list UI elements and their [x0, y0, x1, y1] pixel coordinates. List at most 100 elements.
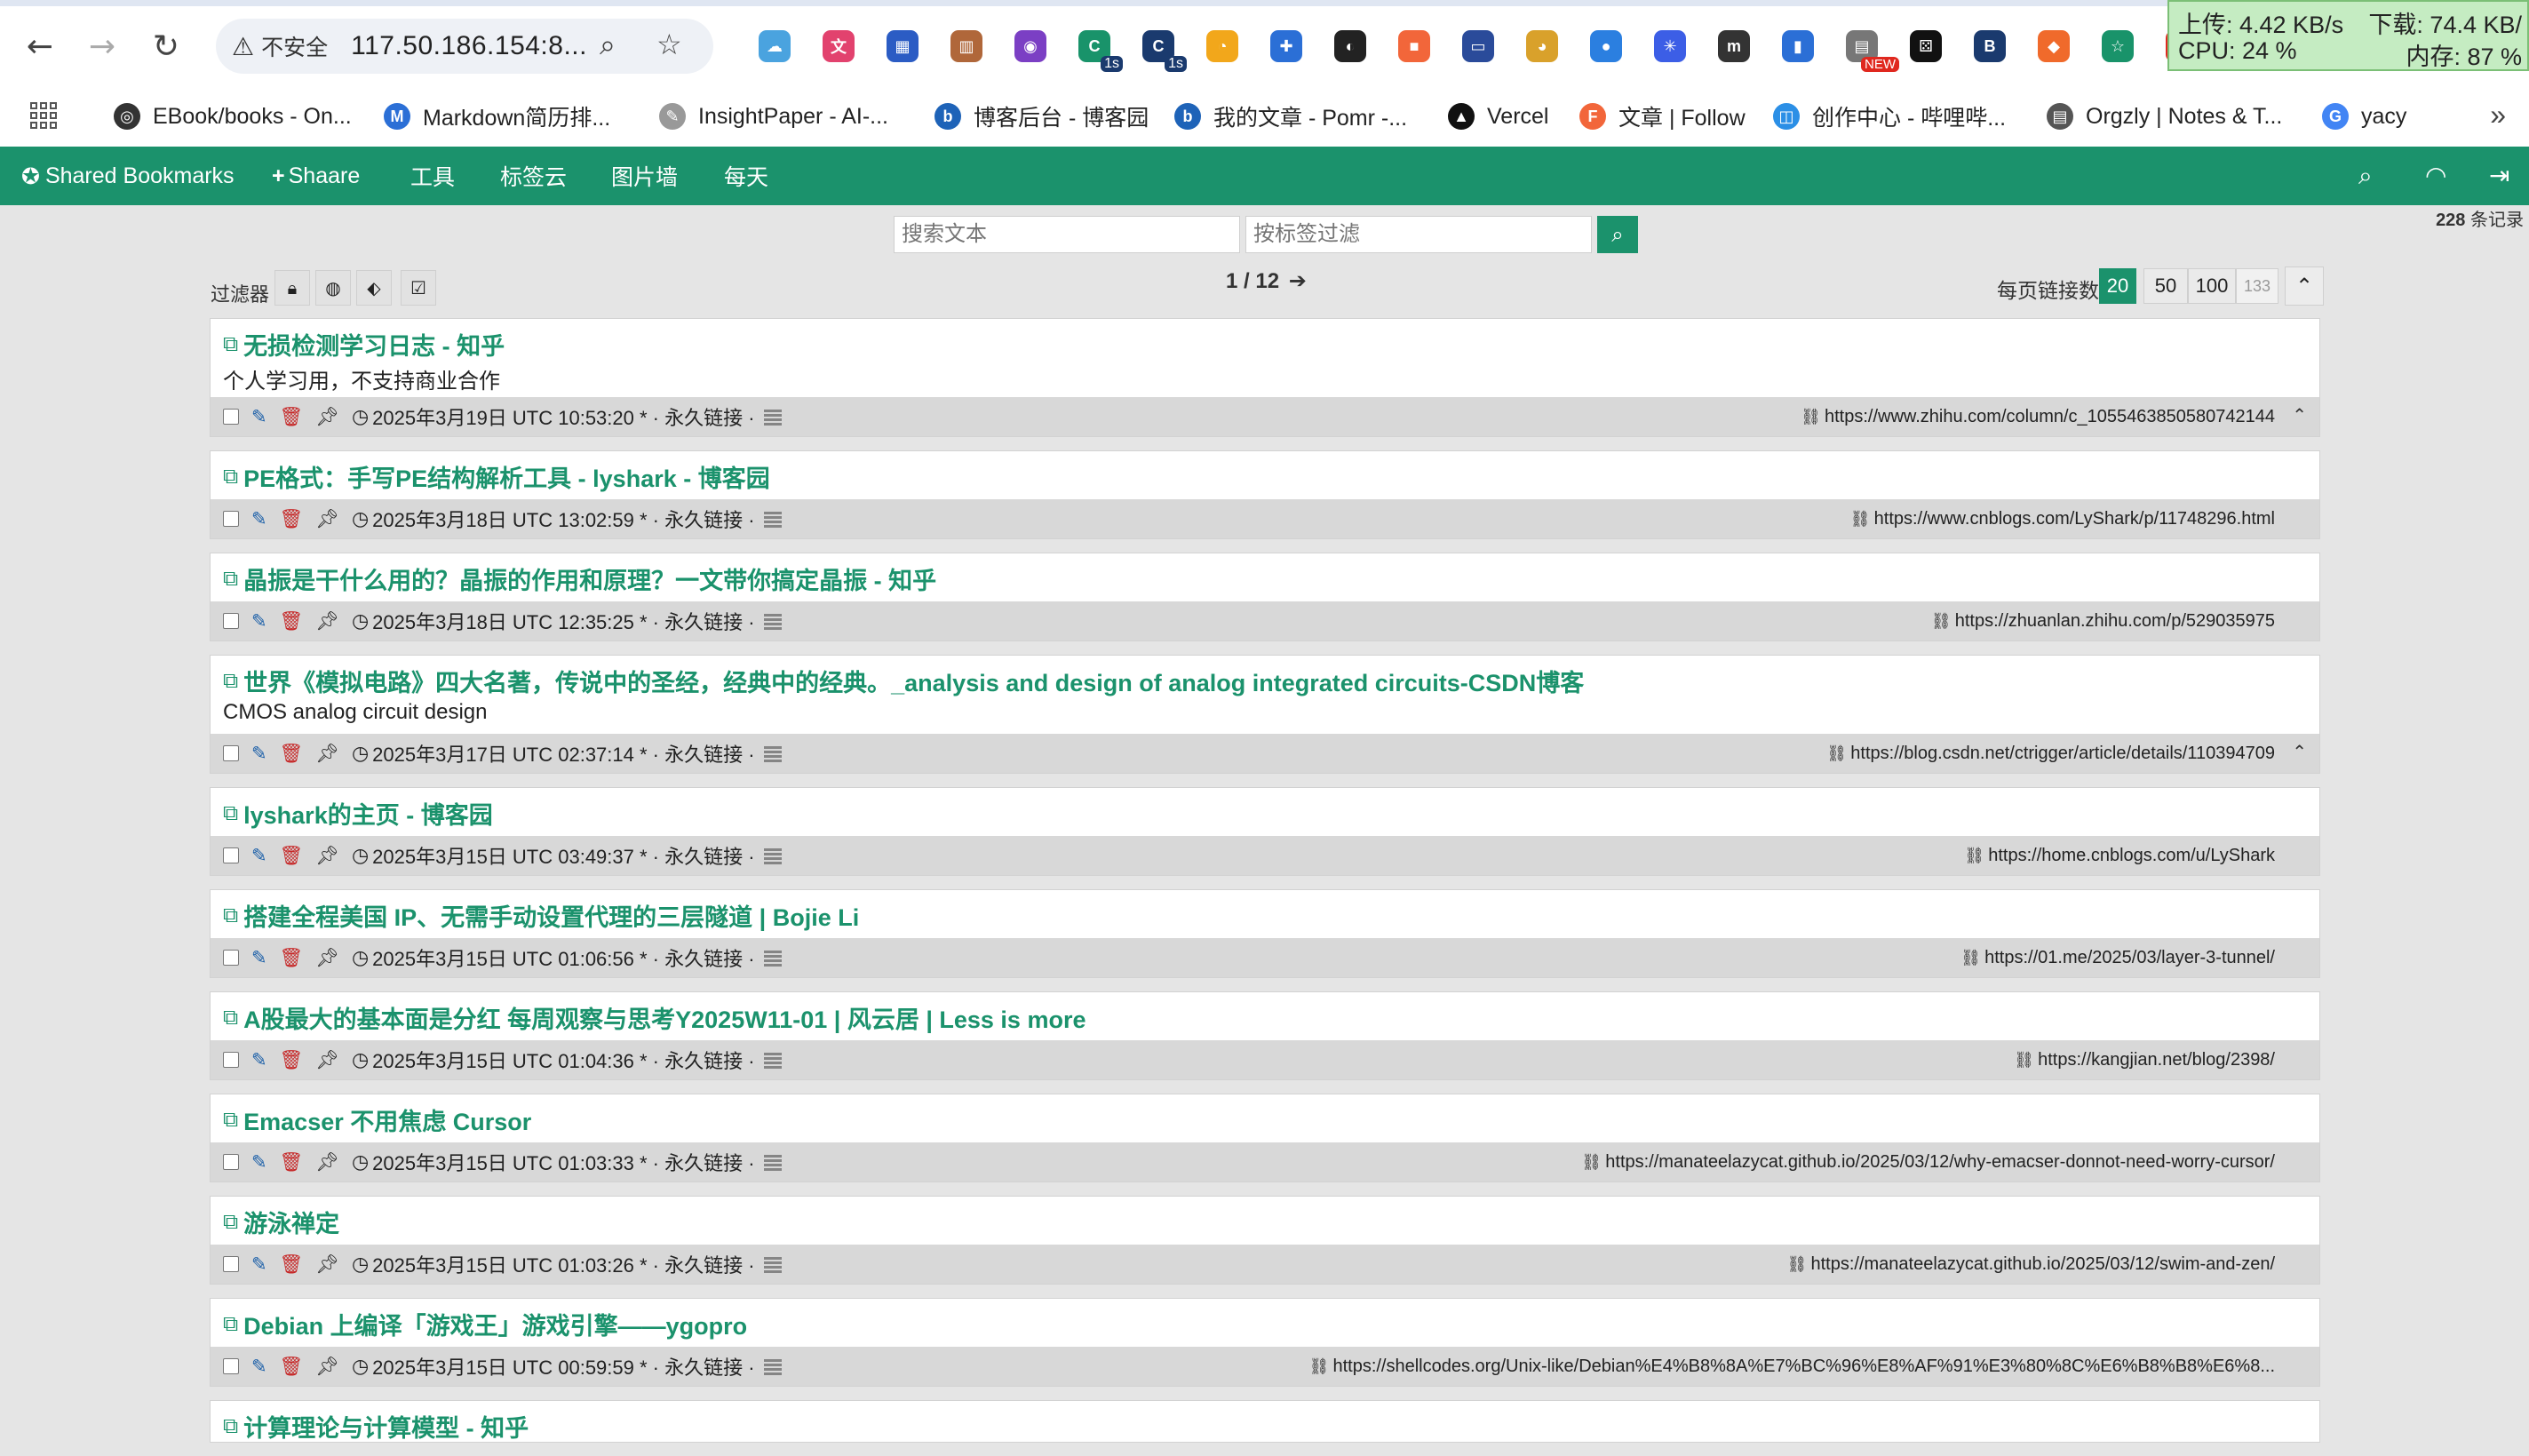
- books-ext-icon[interactable]: ▥: [934, 24, 998, 68]
- link-url-text[interactable]: https://manateelazycat.github.io/2025/03…: [1810, 1254, 2275, 1275]
- link-date-text[interactable]: 2025年3月15日 UTC 01:03:26 * · 永久链接 ·: [372, 1250, 754, 1278]
- per-page-20[interactable]: 20: [2099, 268, 2136, 304]
- delete-icon[interactable]: 🗑︎: [280, 508, 304, 530]
- per-page-50[interactable]: 50: [2143, 268, 2188, 304]
- delete-icon[interactable]: 🗑︎: [280, 1253, 304, 1276]
- link-title[interactable]: ⧉ A股最大的基本面是分红 每周观察与思考Y2025W11-01 | 风云居 | …: [223, 1001, 2307, 1033]
- link-title-text[interactable]: 游泳禅定: [243, 1205, 339, 1237]
- select-checkbox[interactable]: [223, 409, 239, 425]
- warning-triangle-icon[interactable]: ⚠: [232, 32, 254, 61]
- zoom-search-icon[interactable]: ⌕: [600, 28, 616, 62]
- orange-ext-icon[interactable]: ■: [1382, 24, 1446, 68]
- delete-icon[interactable]: 🗑︎: [280, 406, 304, 428]
- search-text-input[interactable]: [894, 216, 1240, 253]
- link-title-text[interactable]: 计算理论与计算模型 - 知乎: [243, 1410, 529, 1442]
- apps-grid-icon[interactable]: [30, 102, 57, 129]
- puzzle-ext-icon[interactable]: ✚: [1254, 24, 1318, 68]
- search-icon[interactable]: ⌕: [2358, 161, 2373, 191]
- pin-icon[interactable]: 📌︎: [315, 1151, 339, 1174]
- link-url[interactable]: ⛓ https://shellcodes.org/Unix-like/Debian…: [1309, 1347, 2275, 1386]
- select-checkbox[interactable]: [223, 511, 239, 527]
- filter-private-button[interactable]: 🔒︎: [274, 270, 310, 306]
- filter-selected-button[interactable]: ☑: [401, 270, 436, 306]
- link-title[interactable]: ⧉ 无损检测学习日志 - 知乎: [223, 328, 2307, 360]
- select-checkbox[interactable]: [223, 613, 239, 629]
- link-url-text[interactable]: https://kangjian.net/blog/2398/: [2038, 1050, 2275, 1070]
- nav-shared-bookmarks[interactable]: ✪ Shared Bookmarks: [21, 147, 235, 205]
- pin-icon[interactable]: 📌︎: [315, 1049, 339, 1071]
- bird-ext-icon[interactable]: ◐: [1318, 24, 1382, 68]
- link-title-text[interactable]: Emacser 不用焦虑 Cursor: [243, 1103, 531, 1135]
- filter-untagged-button[interactable]: ⬖: [356, 270, 392, 306]
- qrcode-icon[interactable]: [763, 949, 782, 967]
- nav-daily[interactable]: 每天: [724, 147, 768, 205]
- bookmark-item[interactable]: F 文章 | Follow: [1579, 100, 1746, 132]
- link-url[interactable]: ⛓ https://home.cnblogs.com/u/LyShark: [1964, 836, 2275, 875]
- edit-icon[interactable]: ✎: [251, 1049, 267, 1070]
- nav-tools[interactable]: 工具: [410, 147, 455, 205]
- bookmark-item[interactable]: ▲ Vercel: [1448, 100, 1548, 132]
- delete-icon[interactable]: 🗑︎: [280, 610, 304, 633]
- shield-ext-icon[interactable]: B: [1958, 24, 2022, 68]
- qrcode-icon[interactable]: [763, 1153, 782, 1171]
- select-checkbox[interactable]: [223, 1358, 239, 1374]
- delete-icon[interactable]: 🗑︎: [280, 743, 304, 765]
- back-arrow-icon[interactable]: ←: [18, 24, 62, 68]
- link-url[interactable]: ⛓ https://01.me/2025/03/layer-3-tunnel/: [1960, 938, 2275, 977]
- collapse-chevron-icon[interactable]: ⌃: [2292, 741, 2307, 762]
- link-title-text[interactable]: 世界《模拟电路》四大名著，传说中的圣经，经典中的经典。_analysis and…: [243, 664, 1584, 696]
- link-title[interactable]: ⧉ 世界《模拟电路》四大名著，传说中的圣经，经典中的经典。_analysis an…: [223, 664, 2307, 696]
- select-checkbox[interactable]: [223, 847, 239, 863]
- delete-icon[interactable]: 🗑︎: [280, 1151, 304, 1174]
- edit-icon[interactable]: ✎: [251, 610, 267, 632]
- link-title[interactable]: ⧉ 计算理论与计算模型 - 知乎: [223, 1410, 2307, 1442]
- cookie-ext-icon[interactable]: C 1s: [1126, 24, 1190, 72]
- pin-icon[interactable]: 📌︎: [315, 1356, 339, 1378]
- select-checkbox[interactable]: [223, 950, 239, 966]
- select-checkbox[interactable]: [223, 1256, 239, 1272]
- next-page-icon[interactable]: ➔: [1289, 268, 1307, 293]
- select-checkbox[interactable]: [223, 1052, 239, 1068]
- link-title[interactable]: ⧉ PE格式：手写PE结构解析工具 - lyshark - 博客园: [223, 460, 2307, 492]
- qrcode-icon[interactable]: [763, 1051, 782, 1069]
- link-title[interactable]: ⧉ Emacser 不用焦虑 Cursor: [223, 1103, 2307, 1135]
- qrcode-icon[interactable]: [763, 744, 782, 762]
- apps-grid-ext-icon[interactable]: ▦: [871, 24, 934, 68]
- bookmark-item[interactable]: ◎ EBook/books - On...: [114, 100, 352, 132]
- bookmark-item[interactable]: b 博客后台 - 博客园: [934, 100, 1149, 132]
- pin-icon[interactable]: 📌︎: [315, 1253, 339, 1276]
- link-title-text[interactable]: 晶振是干什么用的？晶振的作用和原理？一文带你搞定晶振 - 知乎: [243, 562, 936, 594]
- link-url[interactable]: ⛓ https://blog.csdn.net/ctrigger/article/…: [1826, 734, 2275, 773]
- nav-tag-cloud[interactable]: 标签云: [500, 147, 567, 205]
- timer-ext-icon[interactable]: C 1s: [1062, 24, 1126, 72]
- search-button[interactable]: ⌕: [1597, 216, 1638, 253]
- qrcode-icon[interactable]: [763, 847, 782, 864]
- link-url[interactable]: ⛓ https://manateelazycat.github.io/2025/0…: [1581, 1142, 2275, 1182]
- pin-icon[interactable]: 📌︎: [315, 845, 339, 867]
- edit-icon[interactable]: ✎: [251, 743, 267, 764]
- translate-ext-icon[interactable]: 文: [807, 24, 871, 68]
- link-url-text[interactable]: https://shellcodes.org/Unix-like/Debian%…: [1332, 1357, 2275, 1377]
- delete-icon[interactable]: 🗑︎: [280, 845, 304, 867]
- snowflake-ext-icon[interactable]: ✳: [1638, 24, 1702, 68]
- link-date-text[interactable]: 2025年3月15日 UTC 01:03:33 * · 永久链接 ·: [372, 1148, 754, 1176]
- link-url[interactable]: ⛓ https://www.cnblogs.com/LyShark/p/11748…: [1850, 499, 2275, 538]
- link-title[interactable]: ⧉ 游泳禅定: [223, 1205, 2307, 1237]
- diamond-ext-icon[interactable]: ◆: [2022, 24, 2086, 68]
- delete-icon[interactable]: 🗑︎: [280, 1049, 304, 1071]
- bookmark-item[interactable]: ◫ 创作中心 - 哔哩哔...: [1773, 100, 2006, 132]
- nav-shaare[interactable]: + Shaare: [272, 147, 360, 205]
- bookmark-item[interactable]: ✎ InsightPaper - AI-...: [659, 100, 888, 132]
- link-url[interactable]: ⛓ https://zhuanlan.zhihu.com/p/529035975: [1931, 601, 2275, 640]
- pie-ext-icon[interactable]: ◕: [1510, 24, 1574, 68]
- filter-public-button[interactable]: ◍: [315, 270, 351, 306]
- pin-icon[interactable]: 📌︎: [315, 406, 339, 428]
- bookmark-star-icon[interactable]: ☆: [656, 28, 682, 61]
- select-checkbox[interactable]: [223, 745, 239, 761]
- link-title[interactable]: ⧉ 搭建全程美国 IP、无需手动设置代理的三层隧道 | Bojie Li: [223, 899, 2307, 931]
- tag-filter-input[interactable]: [1245, 216, 1592, 253]
- bookmark-item[interactable]: Gyacy: [2322, 100, 2406, 132]
- nav-picture-wall[interactable]: 图片墙: [611, 147, 678, 205]
- link-url-text[interactable]: https://www.zhihu.com/column/c_105546385…: [1825, 407, 2275, 427]
- m-ext-icon[interactable]: m: [1702, 24, 1766, 68]
